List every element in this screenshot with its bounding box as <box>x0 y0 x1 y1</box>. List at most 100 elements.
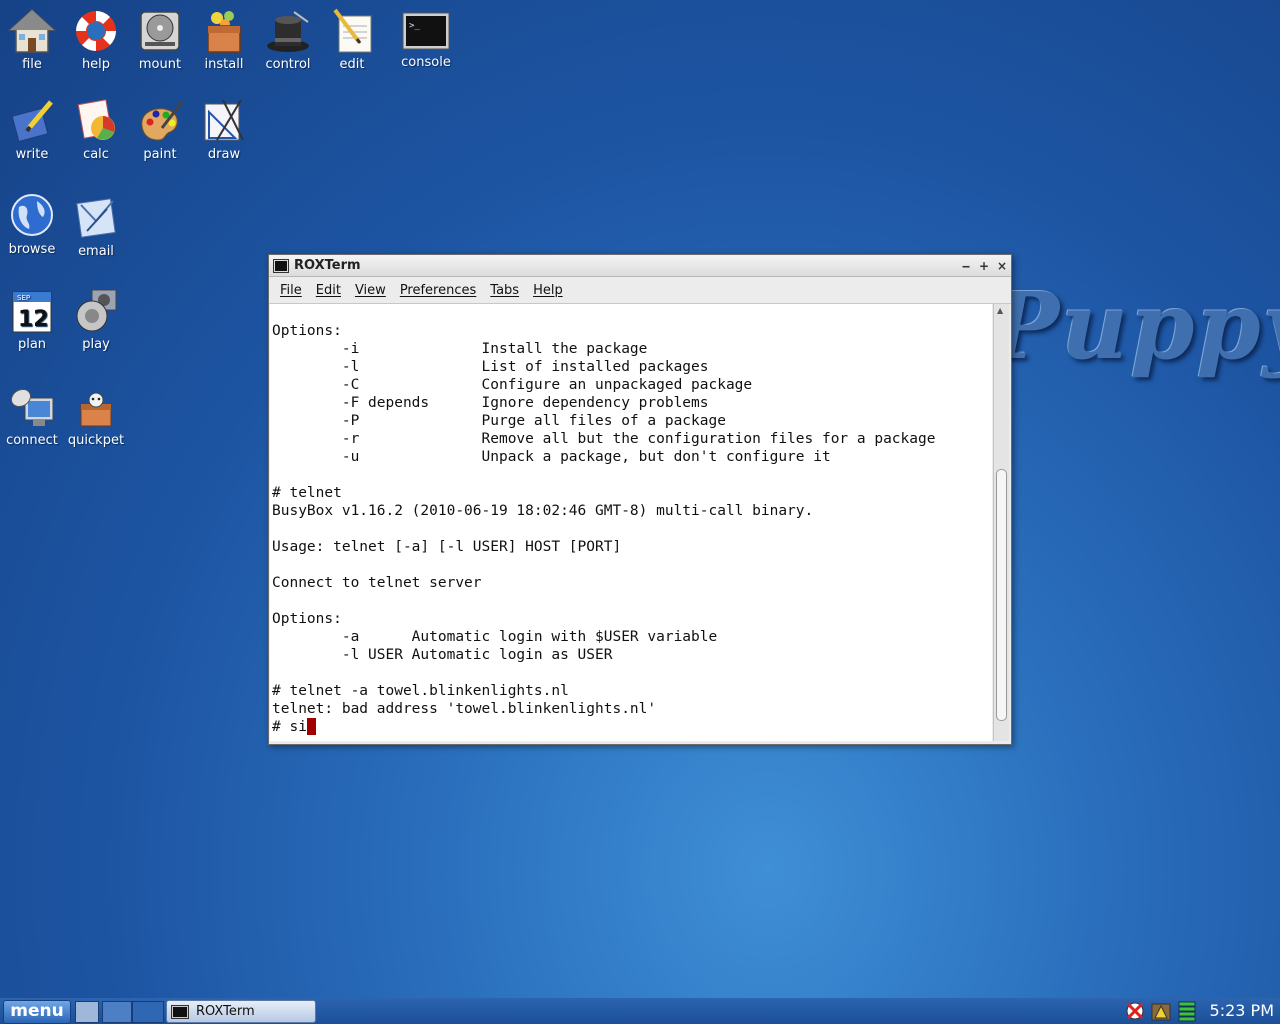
desktop-icon-paint[interactable]: paint <box>128 98 192 162</box>
desktop-icon-browse[interactable]: browse <box>0 193 64 257</box>
desktop-icon-help[interactable]: help <box>64 8 128 72</box>
desktop-icon-file[interactable]: file <box>0 8 64 72</box>
icon-label: browse <box>8 242 56 257</box>
task-label: ROXTerm <box>196 1004 255 1019</box>
palette-icon <box>141 101 184 141</box>
desktop-icon-edit[interactable]: edit <box>320 8 384 72</box>
icon-label: file <box>22 57 42 72</box>
icon-label: install <box>204 57 244 72</box>
terminal-line: Connect to telnet server <box>272 575 482 591</box>
home-icon <box>8 8 56 53</box>
wallpaper-logo: Puppy <box>990 272 1280 380</box>
menu-preferences[interactable]: Preferences <box>400 283 476 298</box>
icon-label: play <box>82 337 110 352</box>
terminal-line: -i Install the package <box>341 341 648 357</box>
workspace-1-button[interactable] <box>102 1001 132 1023</box>
terminal-line: telnet: bad address 'towel.blinkenlights… <box>272 701 657 717</box>
terminal-line: -r Remove all but the configuration file… <box>341 431 936 447</box>
icon-label: mount <box>138 57 182 72</box>
terminal-line: BusyBox v1.16.2 (2010-06-19 18:02:46 GMT… <box>272 503 814 519</box>
terminal-line: Usage: telnet [-a] [-l USER] HOST [PORT] <box>272 539 622 555</box>
start-menu-button[interactable]: menu <box>3 1000 71 1024</box>
terminal-line: -C Configure an unpackaged package <box>341 377 753 393</box>
icon-label: connect <box>6 433 58 448</box>
task-button-roxterm[interactable]: ROXTerm <box>166 1000 316 1023</box>
workspace-2-button[interactable] <box>132 1001 164 1023</box>
icon-label: plan <box>17 337 47 352</box>
terminal-line: -a Automatic login with $USER variable <box>341 629 718 645</box>
desktop-icon-connect[interactable]: connect <box>0 384 64 448</box>
speaker-icon <box>76 289 117 332</box>
icon-label: draw <box>207 147 241 162</box>
scrollbar-thumb[interactable] <box>996 469 1007 721</box>
top-hat-icon <box>267 11 309 52</box>
terminal-line: Options: <box>272 323 342 339</box>
globe-icon <box>11 194 53 236</box>
package-box-icon <box>207 11 241 53</box>
window-titlebar[interactable]: ROXTerm ‒ + × <box>269 255 1011 277</box>
taskbar: menu ROXTerm 5:23 PM <box>0 998 1280 1024</box>
terminal-line: -P Purge all files of a package <box>341 413 726 429</box>
terminal-output[interactable]: Options: -i Install the package -l List … <box>270 304 992 741</box>
close-button[interactable]: × <box>993 259 1011 273</box>
desktop-icon-console[interactable]: >_ console <box>394 12 458 70</box>
desktop-icon-draw[interactable]: draw <box>192 98 256 162</box>
desktop-icon-control[interactable]: control <box>256 8 320 72</box>
terminal-icon: >_ <box>402 12 450 50</box>
desktop-icon-install[interactable]: install <box>192 8 256 72</box>
network-disabled-icon[interactable] <box>1124 1000 1146 1022</box>
text-cursor <box>306 718 316 735</box>
terminal-line: Options: <box>272 611 342 627</box>
spreadsheet-icon <box>77 99 115 140</box>
desktop-icon-email[interactable]: email <box>64 195 128 259</box>
desktop-icon-write[interactable]: write <box>0 98 64 162</box>
pen-notebook-icon <box>11 100 53 143</box>
terminal-icon <box>273 258 289 273</box>
calendar-month: SEP <box>17 294 30 302</box>
menu-help[interactable]: Help <box>533 283 563 298</box>
menu-tabs[interactable]: Tabs <box>490 283 519 298</box>
terminal-line: # telnet <box>272 485 342 501</box>
icon-label: console <box>401 55 451 70</box>
window-title: ROXTerm <box>294 258 361 273</box>
maximize-button[interactable]: + <box>975 259 993 273</box>
calendar-icon: SEP 12 <box>12 291 52 333</box>
network-dish-icon <box>10 388 54 426</box>
pet-box-icon <box>80 392 112 427</box>
vertical-scrollbar[interactable]: ▲ <box>993 304 1009 741</box>
desktop-icon-quickpet[interactable]: quickpet <box>64 388 128 448</box>
clock[interactable]: 5:23 PM <box>1210 1001 1274 1020</box>
terminal-line: -l USER Automatic login as USER <box>341 647 613 663</box>
minimize-button[interactable]: ‒ <box>957 259 975 273</box>
menu-bar: File Edit View Preferences Tabs Help <box>269 277 1011 304</box>
menu-edit[interactable]: Edit <box>316 283 341 298</box>
warning-shield-icon[interactable] <box>1150 1000 1172 1022</box>
icon-label: quickpet <box>67 433 125 448</box>
terminal-icon <box>171 1004 189 1019</box>
icon-label: help <box>81 57 111 72</box>
desktop-icon-mount[interactable]: mount <box>128 8 192 72</box>
calendar-day: 12 <box>18 307 49 332</box>
desktop-icon-calc[interactable]: calc <box>64 98 128 162</box>
menu-view[interactable]: View <box>355 283 386 298</box>
drive-icon <box>140 11 180 51</box>
icon-label: email <box>78 244 114 259</box>
icon-label: control <box>265 57 311 72</box>
envelope-icon <box>76 198 116 238</box>
show-desktop-button[interactable] <box>75 1001 99 1023</box>
battery-stack-icon[interactable] <box>1176 1000 1198 1022</box>
icon-label: paint <box>143 147 177 162</box>
icon-label: edit <box>339 57 365 72</box>
roxterm-window[interactable]: ROXTerm ‒ + × File Edit View Preferences… <box>268 254 1012 745</box>
notepad-pencil-icon <box>333 8 372 53</box>
terminal-line: -l List of installed packages <box>341 359 709 375</box>
desktop-icon-play[interactable]: play <box>64 288 128 352</box>
menu-file[interactable]: File <box>280 283 302 298</box>
terminal-line: -F depends Ignore dependency problems <box>341 395 709 411</box>
icon-label: calc <box>83 147 109 162</box>
terminal-text: Options: -i Install the package -l List … <box>270 304 992 736</box>
scroll-up-arrow-icon[interactable]: ▲ <box>997 306 1007 316</box>
drafting-tools-icon <box>204 99 244 141</box>
terminal-line: # telnet -a towel.blinkenlights.nl <box>272 683 569 699</box>
desktop-icon-plan[interactable]: SEP 12 plan <box>0 288 64 352</box>
